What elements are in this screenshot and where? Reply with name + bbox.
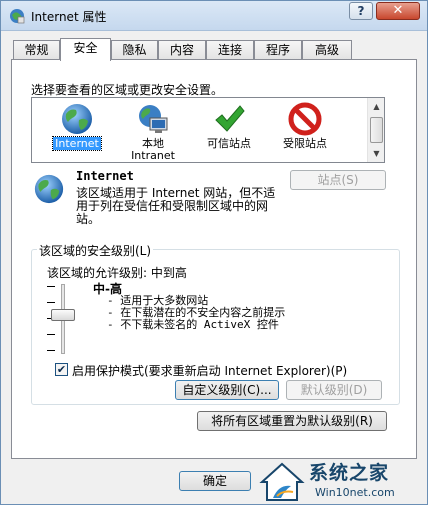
custom-level-button[interactable]: 自定义级别(C)... <box>175 380 279 400</box>
globe-icon <box>62 104 92 134</box>
selected-zone-name: Internet <box>76 169 134 183</box>
zone-internet-label: Internet <box>52 136 102 151</box>
tab-privacy[interactable]: 隐私 <box>111 40 158 60</box>
zone-trusted-sites[interactable]: 可信站点 <box>190 100 268 162</box>
slider-tick <box>47 350 55 351</box>
globe-icon <box>34 174 64 204</box>
internet-options-icon <box>10 9 25 24</box>
slider-tick <box>47 302 55 303</box>
reset-all-zones-button[interactable]: 将所有区域重置为默认级别(R) <box>197 411 387 431</box>
internet-options-window: Internet 属性 ? ✕ 常规 安全 隐私 内容 连接 程序 高级 选择要… <box>0 0 428 505</box>
house-logo-icon <box>259 462 305 501</box>
tab-content[interactable]: 内容 <box>158 40 206 60</box>
protected-mode-label: 启用保护模式(要求重新启动 Internet Explorer)(P) <box>72 364 348 378</box>
no-entry-icon <box>288 102 322 136</box>
scroll-thumb[interactable] <box>370 117 383 143</box>
checkmark-icon <box>215 105 245 132</box>
level-desc-line: - 不下载未签名的 ActiveX 控件 <box>107 318 279 331</box>
zone-prompt: 选择要查看的区域或更改安全设置。 <box>31 83 224 97</box>
sites-button[interactable]: 站点(S) <box>290 170 386 190</box>
security-level-description: - 适用于大多数网站 - 在下载潜在的不安全内容之前提示 - 不下载未签名的 A… <box>107 295 285 331</box>
security-level-slider-thumb[interactable] <box>51 309 75 321</box>
tab-advanced[interactable]: 高级 <box>302 40 352 60</box>
window-title: Internet 属性 <box>31 10 107 24</box>
zone-restricted-sites[interactable]: 受限站点 <box>266 100 344 162</box>
help-button[interactable]: ? <box>349 2 373 20</box>
tab-connections[interactable]: 连接 <box>206 40 254 60</box>
zone-trusted-sites-label: 可信站点 <box>207 137 251 150</box>
ok-button[interactable]: 确定 <box>179 471 251 491</box>
zone-internet[interactable]: Internet <box>38 100 116 162</box>
tab-security[interactable]: 安全 <box>60 38 111 61</box>
zone-restricted-sites-label: 受限站点 <box>283 137 327 150</box>
title-bar[interactable]: Internet 属性 ? ✕ <box>1 1 427 31</box>
scroll-up-icon[interactable]: ▲ <box>368 98 385 115</box>
protected-mode-checkbox[interactable]: ✔ <box>55 363 68 376</box>
security-level-title: 该区域的安全级别(L) <box>37 242 154 259</box>
allowed-levels-label: 该区域的允许级别: 中到高 <box>47 266 187 280</box>
slider-tick <box>47 286 55 287</box>
watermark-title: 系统之家 <box>309 462 390 484</box>
scroll-down-icon[interactable]: ▼ <box>368 145 385 162</box>
tab-general[interactable]: 常规 <box>13 40 60 60</box>
local-intranet-icon <box>139 105 168 133</box>
close-button[interactable]: ✕ <box>376 2 420 20</box>
default-level-button[interactable]: 默认级别(D) <box>286 380 382 400</box>
tab-programs[interactable]: 程序 <box>254 40 302 60</box>
watermark-url: Win10net.com <box>315 486 395 499</box>
zone-list-scrollbar[interactable]: ▲ ▼ <box>367 98 384 162</box>
zone-list: Internet 本地 Intranet 可信站点 受限站点 <box>31 97 385 163</box>
zone-local-intranet-label: 本地 Intranet <box>131 137 175 162</box>
zone-local-intranet[interactable]: 本地 Intranet <box>114 100 192 162</box>
slider-tick <box>47 334 55 335</box>
site-watermark: 系统之家 Win10net.com <box>259 456 428 505</box>
selected-zone-description: 该区域适用于 Internet 网站，但不适用于列在受信任和受限制区域中的网站。 <box>76 186 276 226</box>
